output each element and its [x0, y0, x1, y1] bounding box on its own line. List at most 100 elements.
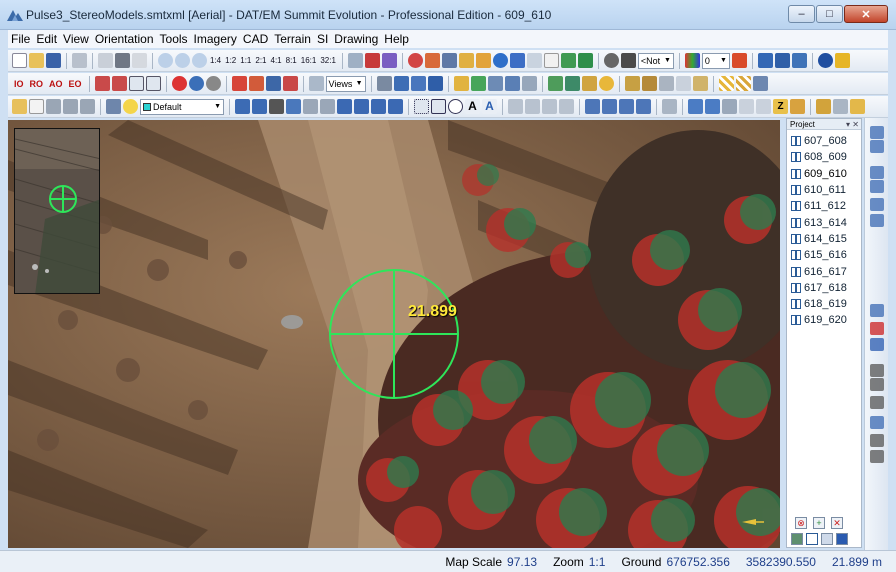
point-tool-icon[interactable]: [94, 76, 110, 91]
zoom-extent-icon[interactable]: [192, 53, 207, 68]
stereo-model-item[interactable]: 609_610: [787, 166, 861, 182]
split-view-icon[interactable]: [688, 99, 703, 114]
info-icon[interactable]: [817, 53, 833, 68]
ao-button[interactable]: AO: [47, 79, 65, 89]
views-combo[interactable]: Views ▼: [325, 75, 366, 92]
zoom-32-1-button[interactable]: 32:1: [319, 56, 337, 65]
break-icon[interactable]: [354, 99, 369, 114]
menu-help[interactable]: Help: [381, 32, 412, 46]
menu-drawing[interactable]: Drawing: [331, 32, 381, 46]
remove-model-icon[interactable]: ⊗: [795, 517, 807, 529]
point-3d-icon[interactable]: [870, 166, 884, 179]
measure-icon[interactable]: [585, 99, 600, 114]
eo-button[interactable]: EO: [67, 79, 84, 89]
plus-icon[interactable]: [675, 76, 691, 91]
open-folder-icon[interactable]: [29, 53, 44, 68]
compare-icon[interactable]: [705, 99, 720, 114]
feature-icon[interactable]: [790, 99, 805, 114]
hand-icon[interactable]: [692, 76, 708, 91]
texture-icon[interactable]: [816, 99, 831, 114]
crosshair-icon[interactable]: [407, 53, 423, 68]
zoom-out-icon[interactable]: [175, 53, 190, 68]
move-icon[interactable]: [508, 99, 523, 114]
brush-icon[interactable]: [641, 76, 657, 91]
ruler-icon[interactable]: [458, 53, 474, 68]
mountain-icon[interactable]: [774, 53, 790, 68]
text-icon[interactable]: A: [465, 99, 480, 114]
stereo-model-item[interactable]: 613_614: [787, 214, 861, 230]
edit-line-icon[interactable]: [337, 99, 352, 114]
ro-button[interactable]: RO: [28, 79, 46, 89]
stereo-model-item[interactable]: 610_611: [787, 182, 861, 198]
paint-icon[interactable]: [381, 53, 397, 68]
value-combo[interactable]: 0 ▼: [701, 52, 730, 69]
stereo-model-item[interactable]: 608_609: [787, 149, 861, 165]
zoom-16-1-button[interactable]: 16:1: [300, 56, 318, 65]
measure-3d-icon[interactable]: [602, 99, 617, 114]
mosaic-icon[interactable]: [564, 76, 580, 91]
slope-icon[interactable]: [636, 99, 651, 114]
zoom-2-1-button[interactable]: 2:1: [254, 56, 267, 65]
gear-icon[interactable]: [205, 76, 221, 91]
grid-view-icon[interactable]: [521, 76, 537, 91]
line-icon[interactable]: [475, 53, 491, 68]
properties-icon[interactable]: [80, 99, 95, 114]
marker-icon[interactable]: [248, 76, 264, 91]
camera-icon[interactable]: [115, 53, 130, 68]
sun-icon[interactable]: [598, 76, 614, 91]
circle-icon[interactable]: [448, 99, 463, 114]
menu-file[interactable]: File: [8, 32, 33, 46]
select-cursor-icon[interactable]: [128, 76, 144, 91]
menu-cad[interactable]: CAD: [240, 32, 271, 46]
redo-icon[interactable]: [559, 99, 574, 114]
eraser-icon[interactable]: [870, 396, 884, 409]
snap-icon[interactable]: [722, 99, 737, 114]
flag-icon[interactable]: [560, 53, 576, 68]
globe-icon[interactable]: [492, 53, 508, 68]
layer-stack-icon[interactable]: [106, 99, 121, 114]
window-icon[interactable]: [410, 76, 426, 91]
folder-icon[interactable]: [12, 99, 27, 114]
cancel-icon[interactable]: [870, 322, 884, 335]
curve-icon[interactable]: [303, 99, 318, 114]
select-points-icon[interactable]: [414, 99, 429, 114]
node-icon[interactable]: [269, 99, 284, 114]
ortho-icon[interactable]: [547, 76, 563, 91]
document-icon[interactable]: [543, 53, 559, 68]
contour-tool-icon[interactable]: [870, 180, 884, 193]
dropper-icon[interactable]: [624, 76, 640, 91]
io-button[interactable]: IO: [12, 79, 26, 89]
zoom-4-1-button[interactable]: 4:1: [270, 56, 283, 65]
chart-icon[interactable]: [577, 53, 593, 68]
zoom-8-1-button[interactable]: 8:1: [285, 56, 298, 65]
terrain-icon[interactable]: [757, 53, 773, 68]
symbol-icon[interactable]: [388, 99, 403, 114]
up-arrow-icon[interactable]: [662, 99, 677, 114]
arrow-tool-icon[interactable]: [424, 53, 440, 68]
branch-icon[interactable]: [282, 76, 298, 91]
stereo-model-item[interactable]: 607_608: [787, 133, 861, 149]
plot-icon[interactable]: [870, 450, 884, 463]
z-value-icon[interactable]: Z: [773, 99, 788, 114]
stereo-model-item[interactable]: 618_619: [787, 296, 861, 312]
tiles-icon[interactable]: [581, 76, 597, 91]
refresh-icon[interactable]: [470, 76, 486, 91]
zoom-1-1-button[interactable]: 1:1: [239, 56, 252, 65]
minimize-button[interactable]: –: [788, 5, 815, 23]
stereo-model-item[interactable]: 616_617: [787, 263, 861, 279]
snap-plus-icon[interactable]: [870, 364, 884, 377]
pan-icon[interactable]: [376, 76, 392, 91]
layers-icon[interactable]: [441, 53, 457, 68]
table-icon[interactable]: [526, 53, 542, 68]
contour-icon[interactable]: [791, 53, 807, 68]
tab-info-icon[interactable]: [836, 533, 848, 545]
warning-triangle-icon[interactable]: [231, 76, 247, 91]
undo-icon[interactable]: [542, 99, 557, 114]
menu-terrain[interactable]: Terrain: [271, 32, 314, 46]
layers-stack-icon[interactable]: [752, 76, 768, 91]
pen-2d-icon[interactable]: [870, 304, 884, 317]
grid-icon[interactable]: [98, 53, 113, 68]
export-icon[interactable]: [504, 76, 520, 91]
maximize-button[interactable]: □: [816, 5, 843, 23]
corner-icon[interactable]: [252, 99, 267, 114]
